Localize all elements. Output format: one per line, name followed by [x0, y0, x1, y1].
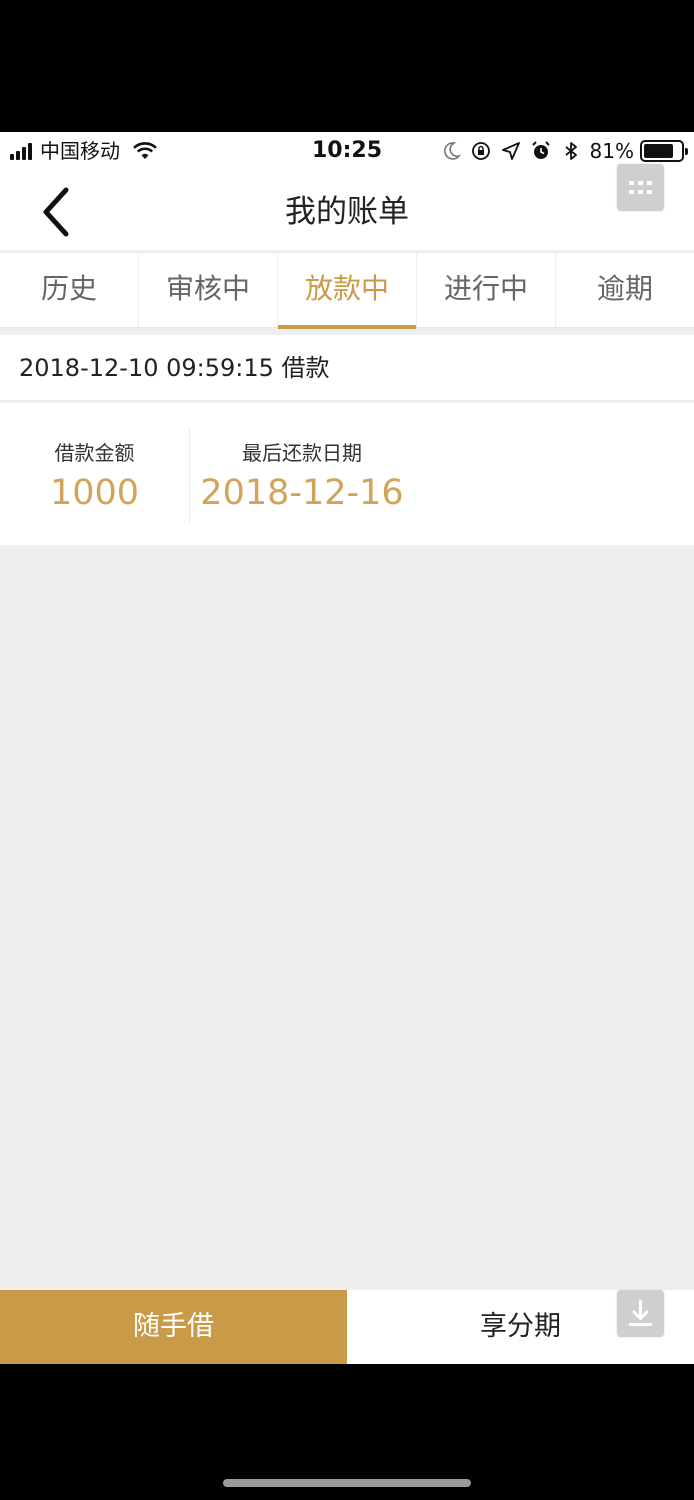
loan-amount-value: 1000 — [49, 473, 140, 513]
bottom-action-bar: 随手借 享分期 — [0, 1290, 694, 1364]
app-screen: 中国移动 10:25 81% 我的账单 历史 审核中 放款中 进行中 逾期 20… — [0, 132, 694, 1364]
tab-0[interactable]: 历史 — [0, 253, 139, 327]
bill-card[interactable]: 借款金额 1000 最后还款日期 2018-12-16 — [0, 403, 694, 545]
status-bar: 中国移动 10:25 81% — [0, 132, 694, 172]
grid-icon — [629, 181, 652, 194]
tab-1[interactable]: 审核中 — [139, 253, 278, 327]
moon-icon — [443, 142, 461, 160]
home-indicator[interactable] — [223, 1479, 471, 1487]
tab-bar: 历史 审核中 放款中 进行中 逾期 — [0, 252, 694, 329]
tab-3[interactable]: 进行中 — [417, 253, 556, 327]
rotation-lock-icon — [471, 142, 490, 160]
battery-icon — [640, 140, 688, 162]
due-date-label: 最后还款日期 — [242, 441, 362, 465]
loan-amount-label: 借款金额 — [54, 441, 135, 465]
due-date-block: 最后还款日期 2018-12-16 — [190, 403, 414, 545]
tab-2[interactable]: 放款中 — [278, 253, 417, 329]
download-button[interactable] — [617, 1290, 664, 1337]
quick-loan-button[interactable]: 随手借 — [0, 1290, 347, 1364]
status-right: 81% — [432, 139, 688, 163]
due-date-value: 2018-12-16 — [200, 473, 404, 513]
loan-amount-block: 借款金额 1000 — [0, 427, 190, 523]
bill-date-header[interactable]: 2018-12-10 09:59:15 借款 — [0, 335, 694, 401]
alarm-icon — [531, 141, 550, 159]
download-icon — [629, 1299, 652, 1326]
battery-percent: 81% — [589, 139, 634, 163]
page-title: 我的账单 — [285, 194, 409, 230]
top-black-bar — [0, 0, 694, 132]
grid-menu-button[interactable] — [617, 164, 664, 211]
tab-4[interactable]: 逾期 — [556, 253, 694, 327]
nav-header: 我的账单 — [0, 172, 694, 250]
bluetooth-icon — [564, 142, 577, 160]
location-icon — [501, 142, 520, 160]
